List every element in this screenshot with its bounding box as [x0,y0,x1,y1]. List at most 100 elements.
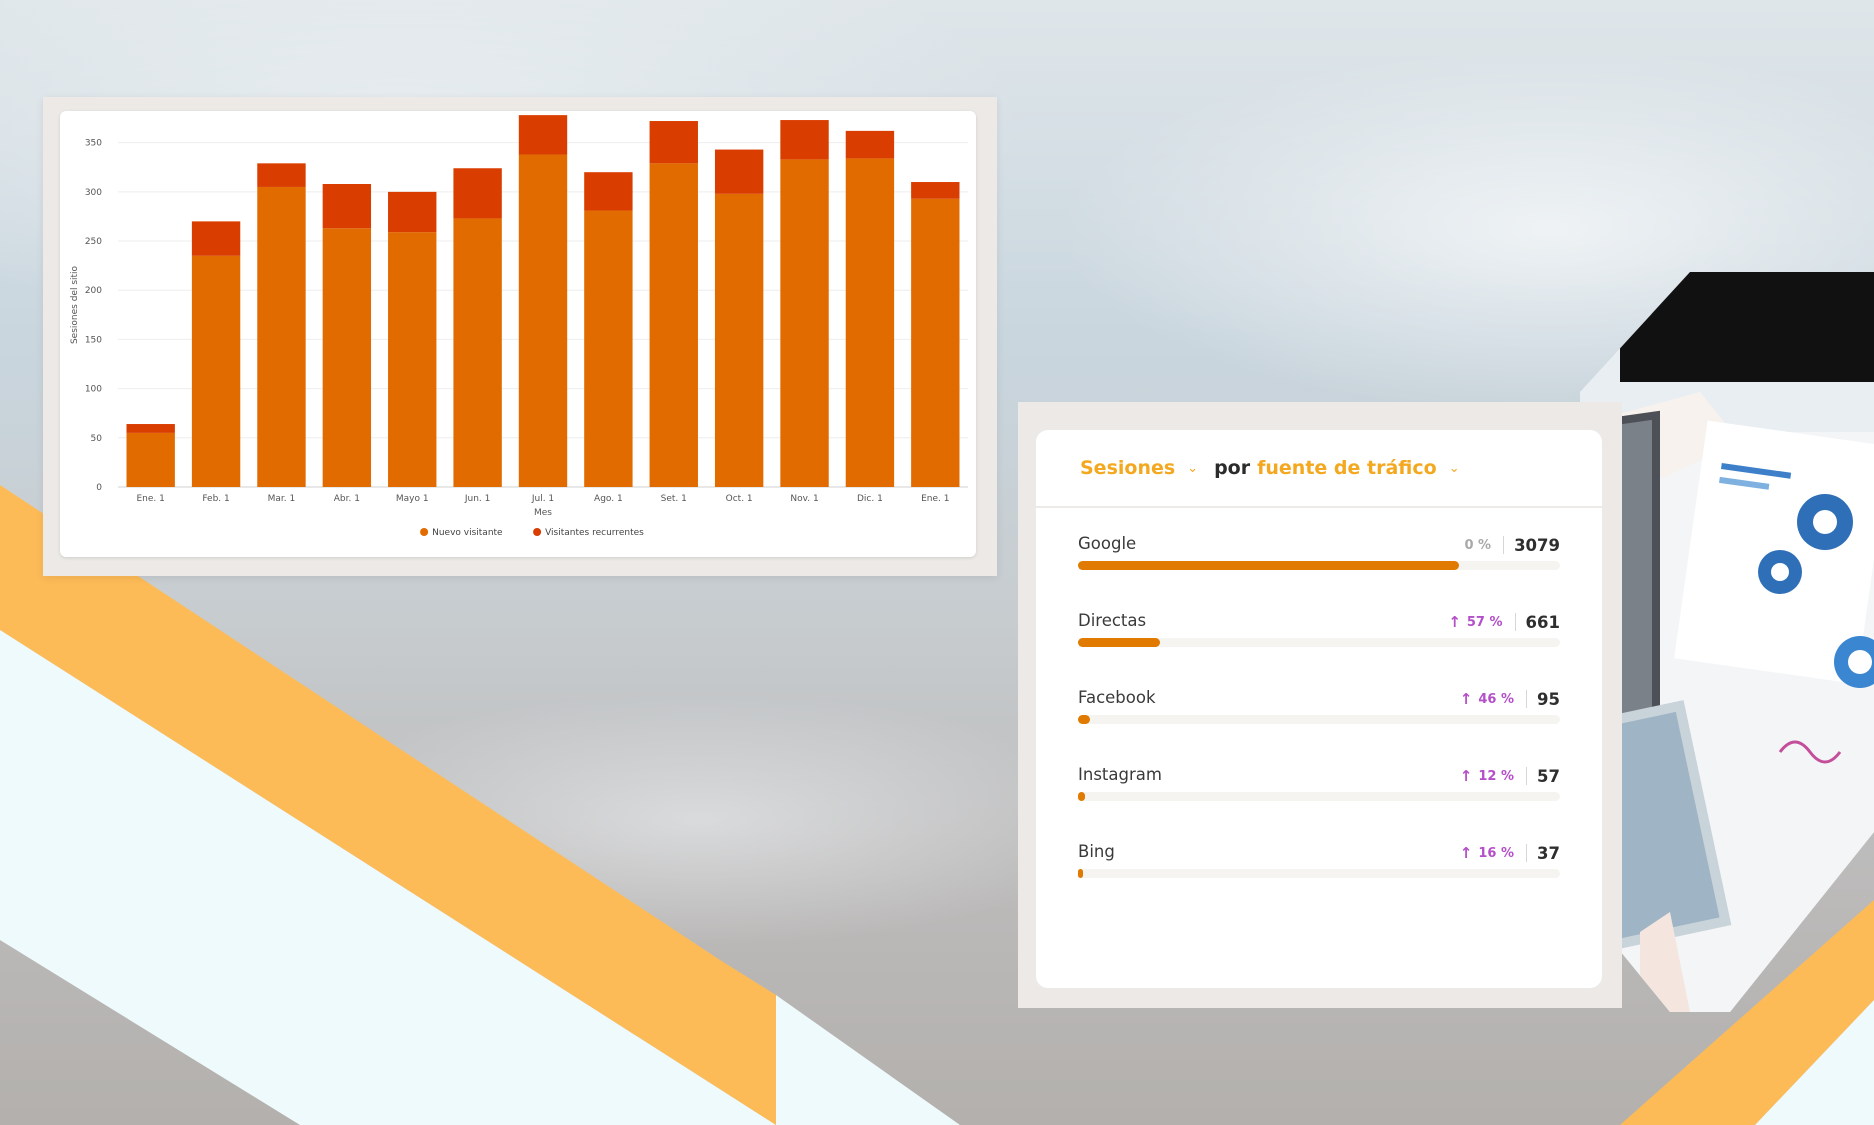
share-bar-fill [1078,869,1083,878]
x-tick-label: Set. 1 [661,494,687,504]
x-tick-label: Ene. 1 [136,494,164,504]
session-count: 661 [1525,612,1560,632]
share-bar-track [1078,715,1560,724]
sessions-chart-card: 0 50 100 150 200 250 300 350 Ene. 1 Feb. 1 Mar. 1 A… [60,111,976,557]
divider [1514,613,1516,631]
change-percent: ↑ 12 % [1459,767,1515,785]
dimension-connector: por [1214,457,1251,479]
chevron-down-icon[interactable]: ⌄ [1187,461,1198,476]
office-photo [1580,272,1874,1012]
white-ribbon-left [0,630,776,1125]
list-item[interactable]: Directas ↑ 57 % 661 [1078,611,1560,688]
traffic-header: Sesiones ⌄ por fuente de tráfico ⌄ [1036,430,1602,508]
bar-returning-visitor [845,130,895,159]
x-tick-label: Jun. 1 [464,494,491,504]
share-bar-track [1078,869,1560,878]
session-count: 37 [1537,843,1560,863]
bar-returning-visitor [518,115,568,155]
traffic-source-list: Google 0 % 3079 Directas ↑ 57 % 661 Faceb [1078,534,1560,919]
bar-returning-visitor [584,172,633,211]
y-tick-label: 50 [91,434,103,444]
bar-returning-visitor [453,168,502,219]
bar-new-visitor [518,154,568,487]
source-name: Google [1078,534,1137,553]
sessions-stacked-bar-chart: 0 50 100 150 200 250 300 350 Ene. 1 Feb. 1 Mar. 1 A… [70,115,968,538]
legend-label: Nuevo visitante [432,528,503,538]
source-name: Directas [1078,611,1147,630]
x-tick-label: Jul. 1 [531,494,554,504]
arrow-up-icon: ↑ [1459,767,1473,785]
legend-label: Visitantes recurrentes [545,528,644,538]
y-tick-label: 100 [85,385,102,395]
share-bar-fill [1078,715,1091,724]
sessions-chart-panel: 0 50 100 150 200 250 300 350 Ene. 1 Feb. 1 Mar. 1 A… [43,97,997,576]
session-count: 95 [1537,689,1560,709]
list-item[interactable]: Bing ↑ 16 % 37 [1078,842,1560,919]
divider [1526,690,1528,708]
list-item[interactable]: Instagram ↑ 12 % 57 [1078,765,1560,842]
share-bar-fill [1078,561,1459,570]
list-item[interactable]: Google 0 % 3079 [1078,534,1560,611]
bar-new-visitor [191,255,241,487]
share-bar-track [1078,638,1560,647]
bar-returning-visitor [191,221,241,256]
bar-returning-visitor [911,182,960,199]
x-tick-label: Ene. 1 [921,494,949,504]
traffic-source-panel: Sesiones ⌄ por fuente de tráfico ⌄ Googl… [1018,402,1622,1008]
arrow-up-icon: ↑ [1459,690,1473,708]
x-axis-label: Mes [534,508,552,518]
x-tick-label: Mar. 1 [268,494,296,504]
bar-new-visitor [322,228,372,487]
change-percent: ↑ 16 % [1459,844,1515,862]
bar-new-visitor [453,218,502,487]
y-tick-label: 200 [85,286,102,296]
y-tick-label: 300 [85,188,102,198]
bar-new-visitor [649,163,698,487]
share-bar-track [1078,792,1560,801]
bar-new-visitor [257,186,306,487]
bar-new-visitor [780,159,829,487]
legend-marker [420,528,429,536]
y-axis-label: Sesiones del sitio [70,265,80,344]
dimension-selector[interactable]: fuente de tráfico [1257,457,1437,479]
change-percent: ↑ 57 % [1448,613,1503,631]
y-tick-label: 0 [96,483,102,493]
bar-returning-visitor [780,120,829,160]
chevron-down-icon[interactable]: ⌄ [1449,461,1460,476]
bar-returning-visitor [322,183,372,229]
divider [1503,536,1505,554]
share-bar-fill [1078,792,1086,801]
change-percent: ↑ 46 % [1459,690,1515,708]
source-name: Instagram [1078,765,1162,784]
bar-returning-visitor [388,191,437,233]
bar-new-visitor [388,232,437,487]
legend-marker [533,528,542,536]
share-bar-track [1078,561,1560,570]
bar-returning-visitor [649,121,698,164]
list-item[interactable]: Facebook ↑ 46 % 95 [1078,688,1560,765]
dark-top-area [1620,272,1874,382]
x-tick-label: Mayo 1 [396,494,429,504]
source-name: Bing [1078,842,1115,861]
bar-new-visitor [126,432,175,487]
x-tick-label: Dic. 1 [857,494,883,504]
bar-new-visitor [584,210,633,487]
white-ribbon-mid [776,995,960,1125]
bar-returning-visitor [126,424,175,433]
y-tick-label: 350 [85,139,102,149]
bar-returning-visitor [714,149,764,194]
divider [1526,844,1528,862]
divider [1526,767,1528,785]
traffic-source-card: Sesiones ⌄ por fuente de tráfico ⌄ Googl… [1036,430,1602,988]
x-tick-label: Nov. 1 [790,494,818,504]
share-bar-fill [1078,638,1160,647]
x-tick-label: Oct. 1 [726,494,753,504]
metric-selector[interactable]: Sesiones [1080,457,1175,479]
y-tick-label: 250 [85,237,102,247]
x-tick-label: Abr. 1 [334,494,360,504]
bar-new-visitor [911,198,960,487]
session-count: 3079 [1514,535,1560,555]
source-name: Facebook [1078,688,1156,707]
arrow-up-icon: ↑ [1448,613,1461,631]
bar-new-visitor [714,193,764,487]
